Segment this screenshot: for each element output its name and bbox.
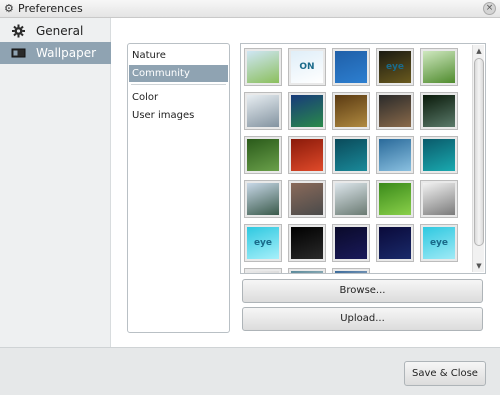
wallpaper-thumbnail[interactable] (288, 180, 326, 218)
sidebar-item-general[interactable]: General (0, 20, 111, 42)
close-icon[interactable]: × (483, 2, 496, 15)
category-item-nature[interactable]: Nature (129, 47, 228, 64)
browse-button[interactable]: Browse... (242, 279, 483, 303)
wallpaper-thumbnail[interactable] (244, 48, 282, 86)
preferences-gear-icon: ⚙ (4, 2, 14, 15)
category-separator (131, 84, 226, 85)
wallpaper-thumbnail[interactable]: eye (244, 224, 282, 262)
grid-scrollbar[interactable]: ▲ ▼ (472, 45, 484, 272)
wallpaper-thumbnail[interactable] (288, 224, 326, 262)
wallpaper-thumbnail[interactable] (376, 224, 414, 262)
sidebar: General Wallpaper (0, 18, 111, 347)
title-bar: ⚙ Preferences × (0, 0, 500, 18)
upload-button[interactable]: Upload... (242, 307, 483, 331)
thumbnail-caption: eye (253, 238, 273, 248)
thumbnail-caption: eye (429, 238, 449, 248)
sidebar-item-label: Wallpaper (36, 46, 97, 60)
wallpaper-thumbnail[interactable] (244, 136, 282, 174)
category-list: Nature Community Color User images (127, 43, 230, 333)
wallpaper-thumbnail[interactable] (420, 48, 458, 86)
wallpaper-thumbnail[interactable] (376, 92, 414, 130)
wallpaper-thumbnail[interactable] (376, 136, 414, 174)
sidebar-item-label: General (36, 24, 84, 38)
wallpaper-thumbnail[interactable] (288, 136, 326, 174)
category-item-community[interactable]: Community (129, 65, 228, 82)
category-item-user-images[interactable]: User images (129, 107, 228, 124)
thumbnail-caption: eye (385, 62, 405, 72)
sidebar-item-wallpaper[interactable]: Wallpaper (0, 42, 111, 64)
footer-bar: Save & Close (0, 347, 500, 395)
gear-icon (11, 24, 26, 38)
scrollbar-thumb[interactable] (474, 58, 484, 246)
wallpaper-thumbnail[interactable] (244, 268, 282, 273)
wallpaper-thumbnail[interactable] (332, 92, 370, 130)
wallpaper-thumbnail[interactable]: eye (420, 224, 458, 262)
scroll-down-arrow-icon[interactable]: ▼ (474, 261, 484, 271)
wallpaper-thumbnail[interactable] (288, 92, 326, 130)
wallpaper-thumbnail[interactable]: eye (376, 48, 414, 86)
wallpaper-thumbnail[interactable] (420, 136, 458, 174)
category-item-color[interactable]: Color (129, 89, 228, 106)
wallpaper-thumbnail[interactable] (244, 92, 282, 130)
wallpaper-thumbnail[interactable] (376, 180, 414, 218)
wallpaper-thumbnail[interactable] (420, 92, 458, 130)
wallpaper-thumbnail[interactable] (420, 180, 458, 218)
wallpaper-thumbnail-grid: eye eye eye ON ▲ ▼ (240, 43, 486, 274)
thumbnail-caption: ON (299, 62, 315, 72)
wallpaper-thumbnail[interactable]: ON (288, 48, 326, 86)
scroll-up-arrow-icon[interactable]: ▲ (474, 46, 484, 56)
window-title: Preferences (18, 2, 83, 15)
wallpaper-thumbnail[interactable] (332, 224, 370, 262)
wallpaper-thumbnail[interactable] (244, 180, 282, 218)
wallpaper-icon (11, 46, 26, 60)
wallpaper-thumbnail[interactable] (332, 136, 370, 174)
wallpaper-thumbnail[interactable] (288, 268, 326, 273)
wallpaper-thumbnail[interactable] (332, 268, 370, 273)
wallpaper-thumbnail[interactable] (332, 180, 370, 218)
wallpaper-thumbnail[interactable] (332, 48, 370, 86)
save-close-button[interactable]: Save & Close (404, 361, 486, 386)
